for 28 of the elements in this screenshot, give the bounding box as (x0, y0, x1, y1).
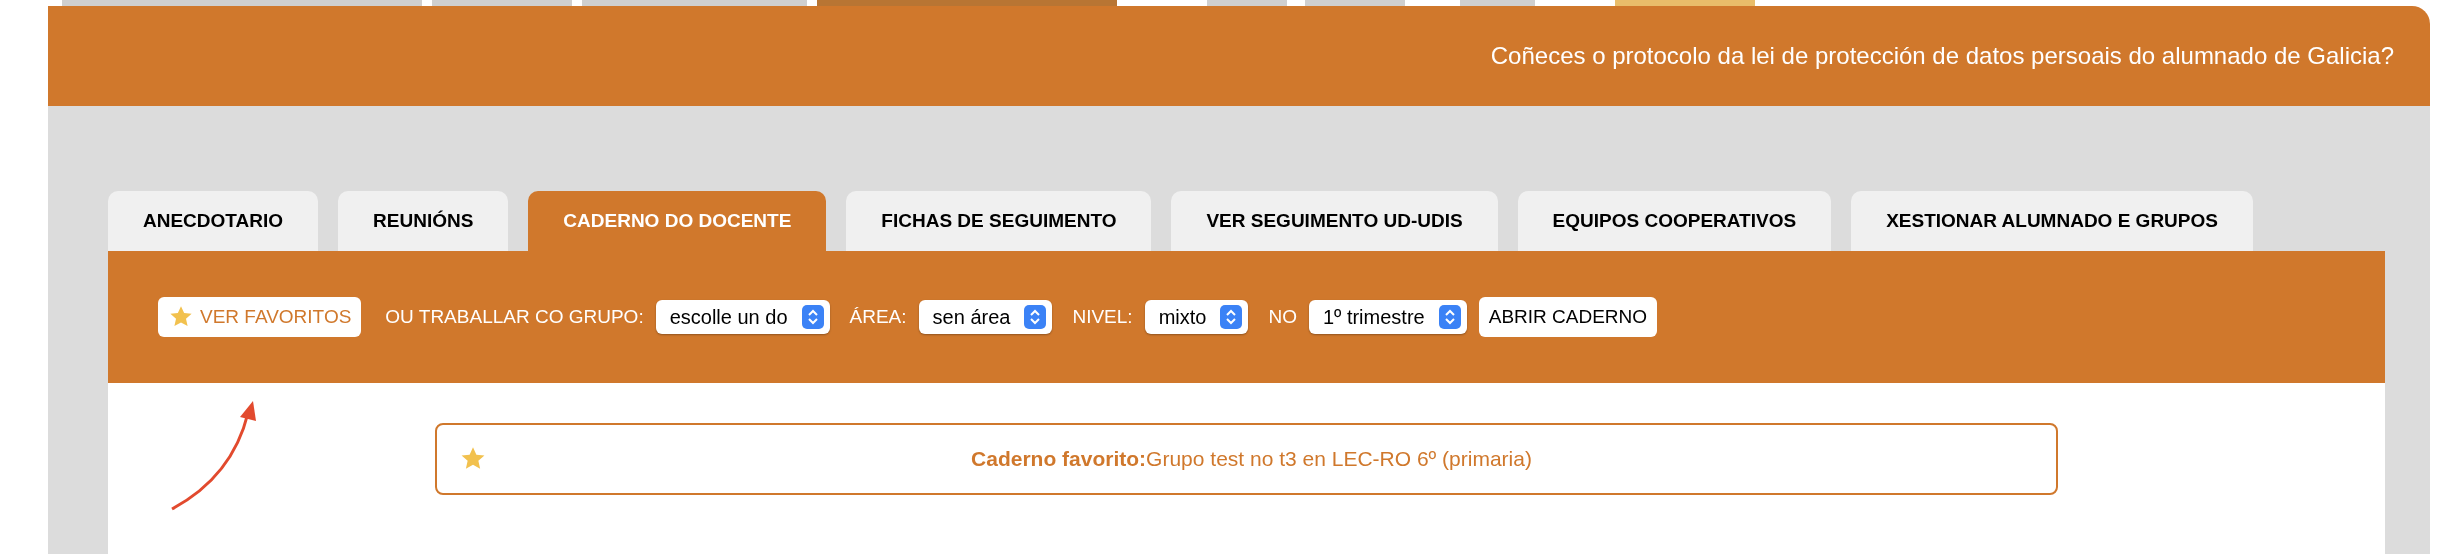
stepper-icon (1438, 305, 1461, 329)
tab-edge[interactable] (582, 0, 807, 6)
select-label: OU TRABALLAR CO GRUPO: (385, 306, 644, 328)
stepper-icon (1220, 305, 1243, 329)
tab[interactable]: VER SEGUIMENTO UD-UDIS (1171, 191, 1498, 251)
stepper-icon (801, 305, 824, 329)
tab[interactable]: REUNIÓNS (338, 191, 509, 251)
select-label: NIVEL: (1072, 306, 1133, 328)
tab[interactable]: XESTIONAR ALUMNADO E GRUPOS (1851, 191, 2253, 251)
tab[interactable]: ANECDOTARIO (108, 191, 319, 251)
select-field[interactable]: sen área (918, 300, 1053, 334)
select-field[interactable]: 1º trimestre (1308, 300, 1467, 334)
open-button[interactable]: ABRIR CADERNO (1478, 297, 1658, 337)
tab-edge[interactable] (1305, 0, 1405, 6)
select-field[interactable]: escolle un do (655, 300, 830, 334)
tab-edge[interactable] (432, 0, 572, 6)
tab-edge[interactable] (1460, 0, 1535, 6)
tab-edge[interactable] (817, 0, 1117, 6)
stepper-icon (1024, 305, 1047, 329)
tab-edge[interactable] (1615, 0, 1755, 6)
tab-edge[interactable] (1207, 0, 1287, 6)
tab[interactable]: EQUIPOS COOPERATIVOS (1517, 191, 1832, 251)
tab[interactable]: FICHAS DE SEGUIMENTO (846, 191, 1152, 251)
tab-edge[interactable] (62, 0, 422, 6)
select-field[interactable]: mixto (1144, 300, 1249, 334)
favorite-text: Caderno favorito:Grupo test no t3 en LEC-RO 6º (primaria) (970, 447, 1533, 471)
select-label: NO (1268, 306, 1297, 328)
select-label: ÁREA: (849, 306, 907, 328)
